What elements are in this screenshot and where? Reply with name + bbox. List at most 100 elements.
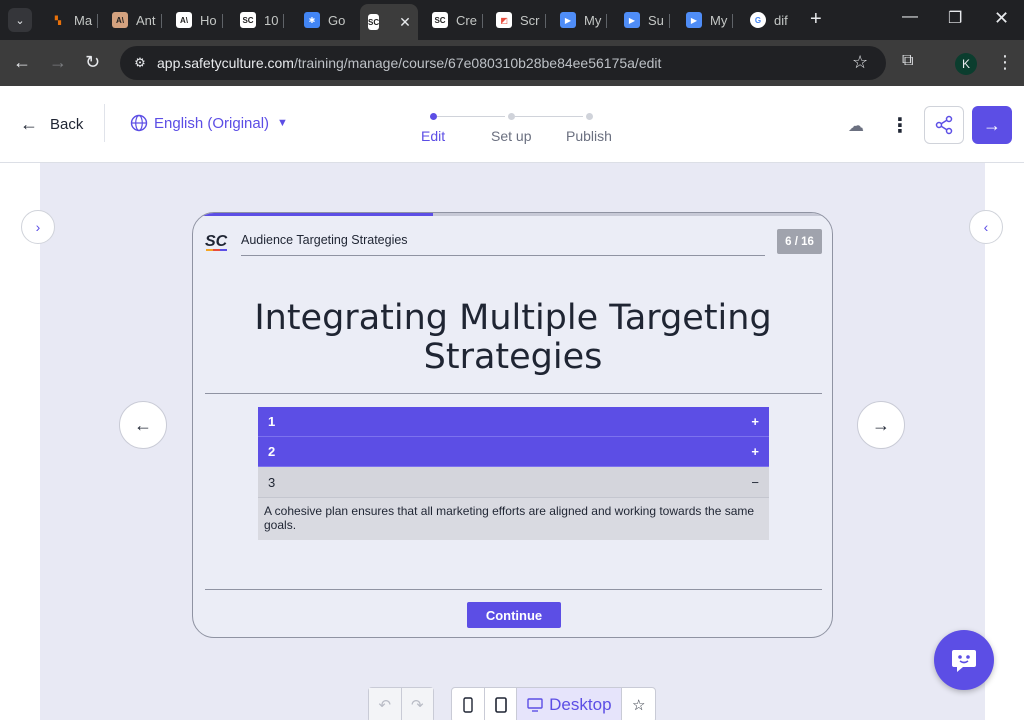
arrow-right-icon: → (872, 414, 890, 435)
step-dot-publish (586, 113, 593, 120)
share-icon (935, 115, 953, 135)
tab-favicon-icon: SC (432, 12, 448, 28)
slide-counter: 6 / 16 (777, 229, 822, 254)
minimize-icon[interactable]: — (902, 8, 918, 26)
address-bar[interactable]: ⚙ app.safetyculture.com/training/manage/… (120, 46, 886, 80)
bookmark-star-icon[interactable]: ☆ (852, 52, 868, 73)
restore-icon[interactable]: ❐ (948, 8, 962, 28)
chevron-right-icon: › (35, 219, 41, 235)
language-selector[interactable]: English (Original) ▼ (130, 114, 288, 132)
accordion-label: 3 (268, 474, 276, 490)
back-button[interactable]: ← Back (20, 114, 83, 135)
browser-tab[interactable]: SC Cre (432, 6, 483, 34)
tab-favicon-icon: A\ (176, 12, 192, 28)
tab-label: Ho (200, 12, 217, 28)
tab-label: Su (648, 12, 664, 28)
globe-icon (130, 114, 148, 132)
next-slide-button[interactable]: → (857, 401, 905, 449)
tab-label: dif (774, 12, 788, 28)
browser-toolbar: ← → ↻ ⚙ app.safetyculture.com/training/m… (0, 40, 1024, 86)
desktop-label: Desktop (549, 695, 612, 714)
expand-right-panel-button[interactable]: ‹ (969, 210, 1003, 244)
arrow-right-icon: → (983, 114, 1001, 135)
minus-icon: − (751, 474, 759, 490)
new-tab-button[interactable]: + (810, 8, 822, 30)
app-header: ← Back English (Original) ▼ Edit Set up … (0, 86, 1024, 163)
forward-arrow-icon[interactable]: → (49, 52, 67, 72)
more-options-icon[interactable]: ⋮ (890, 113, 910, 138)
previous-slide-button[interactable]: ← (119, 401, 167, 449)
accordion-item-3-body: A cohesive plan ensures that all marketi… (258, 498, 769, 540)
tab-label: Ant (136, 12, 156, 28)
share-button[interactable] (924, 106, 964, 144)
mobile-view-icon[interactable] (452, 688, 485, 720)
course-title: Audience Targeting Strategies (241, 233, 408, 247)
plus-icon: + (751, 444, 759, 459)
star-icon[interactable]: ☆ (622, 688, 655, 720)
tab-favicon-icon: ✱ (304, 12, 320, 28)
tab-label: Ma (74, 12, 93, 28)
browser-tab[interactable]: ▶ My (560, 6, 608, 34)
profile-avatar[interactable]: K (955, 53, 977, 75)
accordion-item-1[interactable]: 1 + (258, 407, 769, 437)
header-divider (104, 104, 105, 142)
tab-favicon-icon: ▶ (560, 12, 576, 28)
content-divider-bottom (205, 589, 822, 590)
arrow-left-icon: ← (134, 414, 152, 435)
tab-favicon-icon: A\ (112, 12, 128, 28)
browser-tab[interactable]: ✱ Go (304, 6, 345, 34)
tab-favicon-icon: SC (368, 14, 380, 30)
step-setup[interactable]: Set up (491, 128, 531, 144)
expand-left-panel-button[interactable]: › (21, 210, 55, 244)
browser-tab[interactable]: G dif (750, 6, 788, 34)
tab-label: My (584, 12, 602, 28)
step-publish[interactable]: Publish (566, 128, 612, 144)
browser-tab-active[interactable]: SC ✕ (360, 4, 418, 40)
help-chat-button[interactable] (934, 630, 994, 690)
slide-heading[interactable]: Integrating Multiple Targeting Strategie… (233, 299, 793, 377)
tab-favicon-icon: ◩ (496, 12, 512, 28)
desktop-view-button[interactable]: Desktop (517, 688, 623, 720)
browser-menu-icon[interactable]: ⋮ (996, 52, 1014, 73)
device-preview-bar: Desktop ☆ (451, 687, 656, 720)
browser-tab[interactable]: SC 10 (240, 6, 285, 34)
close-window-icon[interactable]: ✕ (994, 8, 1009, 29)
browser-tab[interactable]: A\ Ho (176, 6, 223, 34)
tab-favicon-icon: ▶ (624, 12, 640, 28)
browser-tab[interactable]: ▶ My (686, 6, 734, 34)
safetyculture-logo: SC (205, 233, 228, 251)
tab-search-chevron-icon[interactable]: ⌄ (8, 8, 32, 32)
reload-icon[interactable]: ↻ (85, 52, 100, 72)
accordion-item-2[interactable]: 2 + (258, 437, 769, 467)
accordion-item-3[interactable]: 3 − (258, 467, 769, 498)
tab-label: Go (328, 12, 346, 28)
step-dot-setup (508, 113, 515, 120)
tab-label: Scr (520, 12, 540, 28)
step-edit[interactable]: Edit (421, 128, 445, 144)
continue-button[interactable]: Continue (467, 602, 561, 628)
tablet-view-icon[interactable] (485, 688, 518, 720)
content-divider-top (205, 393, 822, 394)
slide-progress-fill (193, 213, 434, 216)
step-dot-edit (430, 113, 437, 120)
undo-icon[interactable]: ↶ (369, 688, 402, 720)
browser-tab[interactable]: ▶ Su (624, 6, 670, 34)
redo-icon[interactable]: ↷ (401, 688, 433, 720)
site-settings-icon[interactable]: ⚙ (130, 53, 150, 73)
cloud-sync-icon: ☁ (848, 118, 864, 135)
url-text[interactable]: app.safetyculture.com/training/manage/co… (157, 55, 661, 71)
back-arrow-icon: ← (20, 114, 38, 134)
svg-text:SC: SC (205, 233, 228, 250)
tab-favicon-icon: ▶ (686, 12, 702, 28)
course-stepper: Edit Set up Publish (400, 108, 640, 148)
back-arrow-icon[interactable]: ← (13, 52, 31, 72)
extensions-icon[interactable]: ⧉ (902, 52, 913, 70)
browser-tab[interactable]: A\ Ant (112, 6, 162, 34)
browser-tab[interactable]: ◩ Scr (496, 6, 546, 34)
next-step-button[interactable]: → (972, 106, 1012, 144)
browser-tab-strip: ⌄ ▚ Ma A\ Ant A\ Ho SC 10 ✱ Go SC ✕ SC C… (0, 0, 1024, 40)
back-label: Back (50, 116, 84, 133)
close-tab-icon[interactable]: ✕ (399, 14, 411, 31)
tab-favicon-icon: G (750, 12, 766, 28)
browser-tab[interactable]: ▚ Ma (50, 6, 99, 34)
